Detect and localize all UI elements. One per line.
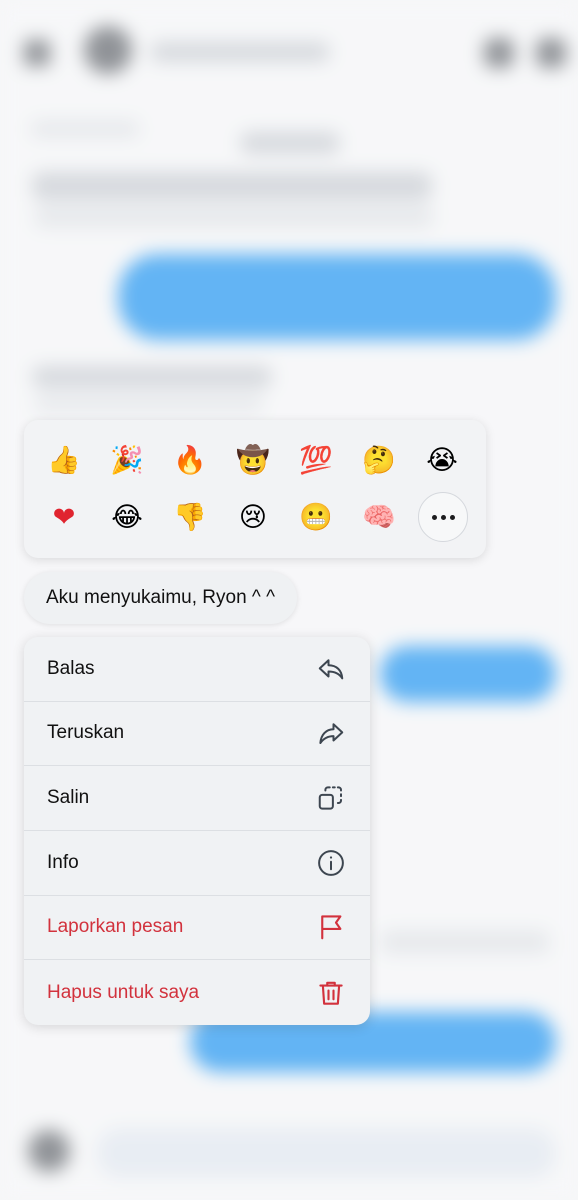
more-dots-icon [440,514,446,520]
reply-menu-item[interactable]: Balas [24,637,370,702]
red-heart-icon[interactable]: ❤ [43,496,85,538]
report-label: Laporkan pesan [47,916,184,938]
forward-menu-item[interactable]: Teruskan [24,702,370,767]
party-popper-icon[interactable]: 🎉 [106,439,148,481]
info-menu-item[interactable]: Info [24,831,370,896]
info-label: Info [47,851,79,873]
message-text: Aku menyukaimu, Ryon ^ ^ [46,587,276,608]
thumbs-up-icon[interactable]: 👍 [43,439,85,481]
delete-menu-item[interactable]: Hapus untuk saya [24,960,370,1025]
reply-label: Balas [47,657,95,679]
tears-of-joy-icon[interactable]: 😂 [106,496,148,538]
copy-menu-item[interactable]: Salin [24,766,370,831]
reply-icon [318,659,344,680]
delete-label: Hapus untuk saya [47,981,200,1003]
forward-icon [319,723,344,745]
hundred-points-icon[interactable]: 💯 [295,439,337,481]
flag-icon [321,915,342,940]
info-icon [318,849,344,876]
selected-message-bubble: Aku menyukaimu, Ryon ^ ^ [24,572,298,624]
copy-icon [318,786,342,810]
more-dots-icon [431,514,437,520]
thinking-face-icon[interactable]: 🤔 [358,439,400,481]
thumbs-down-icon[interactable]: 👎 [169,496,211,538]
forward-label: Teruskan [47,722,125,744]
report-menu-item[interactable]: Laporkan pesan [24,896,370,961]
crying-face-icon[interactable]: 😢 [232,496,274,538]
more-reactions-button[interactable] [418,492,468,542]
copy-label: Salin [47,787,90,809]
message-context-menu: Balas Teruskan Salin Info Laporkan pesan… [24,637,370,1025]
more-dots-icon [449,514,455,520]
loudly-crying-face-icon[interactable]: 😭 [421,439,463,481]
fire-icon[interactable]: 🔥 [169,439,211,481]
cowboy-face-icon[interactable]: 🤠 [232,439,274,481]
trash-icon [319,981,343,1005]
reaction-picker: 👍 🎉 🔥 🤠 💯 🤔 😭 ❤ 😂 👎 😢 😬 🧠 [24,420,486,558]
brain-icon[interactable]: 🧠 [358,496,400,538]
grimacing-face-icon[interactable]: 😬 [295,496,337,538]
